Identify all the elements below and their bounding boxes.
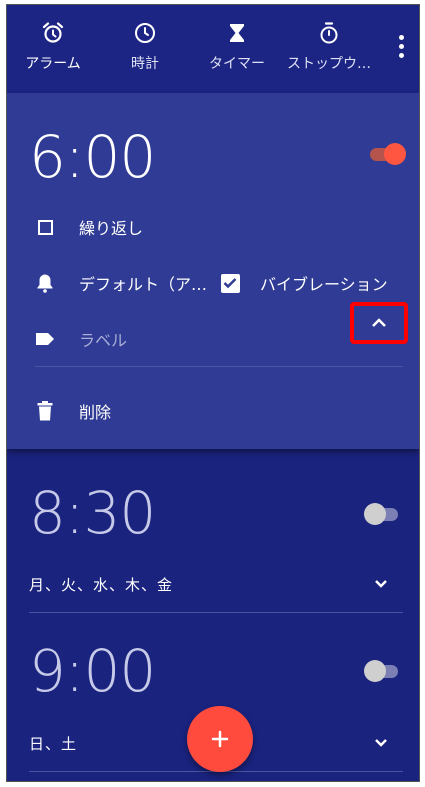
hourglass-icon — [230, 24, 244, 42]
delete-label: 削除 — [79, 403, 112, 422]
label-row[interactable]: ラベル — [35, 327, 127, 351]
divider — [29, 612, 403, 613]
alarm-time[interactable]: 9:00 — [29, 637, 156, 705]
ringtone-row[interactable]: デフォルト（ア… — [35, 271, 207, 295]
repeat-row[interactable]: 繰り返し — [35, 215, 143, 239]
tab-bar: アラーム 時計 タイマー ストップウ… — [7, 5, 419, 93]
alarm-days: 月、火、水、木、金 — [29, 576, 174, 594]
tab-label: アラーム — [25, 56, 81, 72]
tab-timer[interactable]: タイマー — [191, 5, 283, 93]
stopwatch-icon — [320, 22, 338, 44]
tab-alarm[interactable]: アラーム — [7, 5, 99, 93]
clock-icon — [135, 23, 155, 43]
tab-label: タイマー — [209, 56, 265, 72]
alarm-toggle[interactable] — [364, 659, 402, 683]
chevron-down-icon[interactable] — [372, 575, 390, 593]
tab-label: ストップウ… — [287, 56, 371, 72]
bell-icon — [37, 274, 53, 293]
tab-stopwatch[interactable]: ストップウ… — [283, 5, 375, 93]
tab-clock[interactable]: 時計 — [99, 5, 191, 93]
label-tag-icon — [36, 333, 54, 345]
alarm-toggle[interactable] — [368, 142, 406, 166]
chevron-up-icon — [372, 318, 386, 327]
check-icon — [223, 278, 237, 289]
divider — [35, 366, 403, 367]
delete-row[interactable]: 削除 — [35, 399, 111, 423]
ringtone-label[interactable]: デフォルト（ア… — [79, 271, 207, 295]
alarm-time[interactable]: 8:30 — [29, 479, 156, 547]
more-options-icon[interactable] — [389, 29, 413, 63]
repeat-checkbox[interactable] — [37, 219, 53, 235]
alarm-time[interactable]: 6:00 — [29, 123, 156, 191]
alarm-card-expanded: 6:00 繰り返し デフォルト（ア… バイブレーション ラベル 削除 — [7, 93, 419, 449]
add-alarm-button[interactable] — [187, 706, 253, 772]
vibrate-label: バイブレーション — [260, 275, 388, 294]
alarm-icon — [42, 22, 64, 43]
label-placeholder: ラベル — [79, 331, 128, 350]
collapse-button-highlight[interactable] — [350, 302, 408, 344]
repeat-label: 繰り返し — [79, 219, 144, 238]
alarm-screen: アラーム 時計 タイマー ストップウ… 6:00 繰り返し デフォルト（ア… バ… — [6, 4, 420, 782]
vibrate-row[interactable]: バイブレーション — [220, 271, 388, 295]
tab-label: 時計 — [131, 56, 159, 72]
trash-icon — [37, 401, 53, 421]
plus-icon — [211, 730, 229, 748]
chevron-down-icon[interactable] — [372, 734, 390, 752]
alarm-days: 日、土 — [29, 735, 78, 753]
vibrate-checkbox[interactable] — [220, 273, 240, 293]
alarm-toggle[interactable] — [364, 502, 402, 526]
